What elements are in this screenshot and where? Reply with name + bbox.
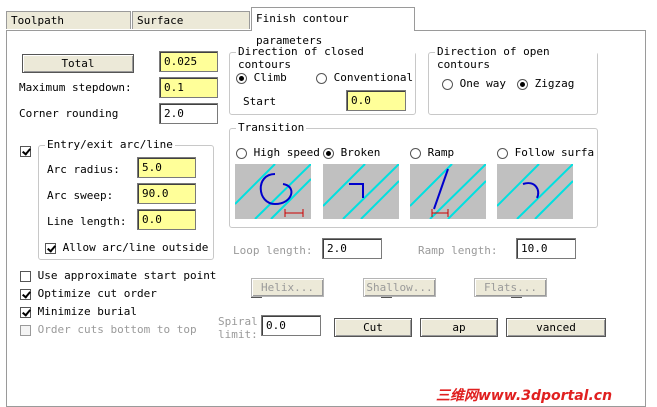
helix-button[interactable]: Helix... xyxy=(251,278,324,297)
minimize-burial-checkbox[interactable]: Minimize burial xyxy=(20,305,137,318)
open-contours-title: Direction of open contours xyxy=(435,45,597,71)
entry-exit-checkbox[interactable] xyxy=(20,145,31,157)
max-stepdown-label: Maximum stepdown: xyxy=(19,81,132,94)
use-approx-start-checkbox[interactable]: Use approximate start point xyxy=(20,269,216,282)
use-approx-start-label: Use approximate start point xyxy=(37,269,217,282)
climb-radio-icon xyxy=(236,72,247,84)
start-label: Start xyxy=(243,95,277,108)
total-tolerance-input[interactable]: 0.025 xyxy=(159,51,218,72)
entry-exit-title: Entry/exit arc/line xyxy=(45,138,175,151)
order-cuts-bottom-check-icon xyxy=(20,324,31,336)
order-cuts-bottom-label: Order cuts bottom to top xyxy=(37,323,197,336)
optimize-cut-order-label: Optimize cut order xyxy=(37,287,157,300)
zigzag-radio-icon xyxy=(517,78,528,90)
max-stepdown-input[interactable]: 0.1 xyxy=(159,77,218,98)
use-approx-start-check-icon xyxy=(20,270,31,282)
ramp-length-label: Ramp length: xyxy=(418,244,498,257)
ramp-radio[interactable]: Ramp xyxy=(410,146,454,159)
arc-radius-label: Arc radius: xyxy=(47,163,120,176)
spiral-label-line1: Spiral xyxy=(218,315,258,328)
high-speed-label: High speed xyxy=(253,146,320,159)
tab-toolpath-parameters[interactable]: Toolpath parameters xyxy=(6,11,131,45)
zigzag-radio[interactable]: Zigzag xyxy=(517,77,574,90)
gap-settings-button[interactable]: ap settings... xyxy=(420,318,498,337)
ramp-radio-icon xyxy=(410,147,421,159)
loop-length-input[interactable]: 2.0 xyxy=(322,238,382,259)
cut-depths-button[interactable]: Cut depths... xyxy=(334,318,412,337)
climb-radio[interactable]: Climb xyxy=(236,71,287,84)
one-way-label: One way xyxy=(459,77,506,90)
high-speed-diagram-icon xyxy=(235,164,311,219)
broken-radio-icon xyxy=(323,147,334,159)
allow-outside-check-icon xyxy=(45,242,56,254)
broken-label: Broken xyxy=(340,146,381,159)
follow-surface-diagram-icon xyxy=(497,164,573,219)
line-length-label: Line length: xyxy=(47,215,127,228)
order-cuts-bottom-checkbox[interactable]: Order cuts bottom to top xyxy=(20,323,197,336)
flats-button[interactable]: Flats... xyxy=(474,278,547,297)
high-speed-radio-icon xyxy=(236,147,247,159)
spiral-limit-input[interactable]: 0.0 xyxy=(261,315,321,336)
optimize-cut-order-check-icon xyxy=(20,288,31,300)
transition-title: Transition xyxy=(236,121,307,134)
tab-finish-contour-parameters[interactable]: Finish contour parameters xyxy=(251,7,415,47)
conventional-label: Conventional xyxy=(333,71,414,84)
conventional-radio-icon xyxy=(316,72,327,84)
total-tolerance-button[interactable]: Total tolerance... xyxy=(22,54,134,73)
ramp-diagram-icon xyxy=(410,164,486,219)
arc-radius-input[interactable]: 5.0 xyxy=(137,157,196,178)
minimize-burial-check-icon xyxy=(20,306,31,318)
arc-sweep-input[interactable]: 90.0 xyxy=(137,183,196,204)
watermark-text: 三维网www.3dportal.cn xyxy=(436,388,613,404)
allow-outside-checkbox[interactable]: Allow arc/line outside bo xyxy=(45,241,213,254)
conventional-radio[interactable]: Conventional xyxy=(316,71,413,84)
allow-outside-label: Allow arc/line outside bo xyxy=(62,241,213,254)
ramp-label: Ramp xyxy=(427,146,455,159)
broken-radio[interactable]: Broken xyxy=(323,146,380,159)
loop-length-label: Loop length: xyxy=(233,244,313,257)
corner-rounding-input[interactable]: 2.0 xyxy=(159,103,218,124)
follow-surface-radio[interactable]: Follow surfac xyxy=(497,146,594,159)
tab-surface-parameters[interactable]: Surface parameters xyxy=(132,11,250,45)
broken-diagram-icon xyxy=(323,164,399,219)
corner-rounding-label: Corner rounding xyxy=(19,107,119,120)
ramp-length-input[interactable]: 10.0 xyxy=(516,238,576,259)
one-way-radio-icon xyxy=(442,78,453,90)
line-length-input[interactable]: 0.0 xyxy=(137,209,196,230)
climb-label: Climb xyxy=(253,71,287,84)
high-speed-radio[interactable]: High speed xyxy=(236,146,320,159)
minimize-burial-label: Minimize burial xyxy=(37,305,137,318)
spiral-label-line2: limit: xyxy=(218,328,258,341)
one-way-radio[interactable]: One way xyxy=(442,77,506,90)
arc-sweep-label: Arc sweep: xyxy=(47,189,114,202)
follow-surface-radio-icon xyxy=(497,147,508,159)
optimize-cut-order-checkbox[interactable]: Optimize cut order xyxy=(20,287,157,300)
zigzag-label: Zigzag xyxy=(534,77,575,90)
spiral-limit-label: Spiral limit: xyxy=(218,315,258,341)
follow-surface-label: Follow surfac xyxy=(514,146,594,159)
shallow-button[interactable]: Shallow... xyxy=(363,278,436,297)
start-input[interactable]: 0.0 xyxy=(346,90,406,111)
advanced-settings-button[interactable]: vanced settings... xyxy=(506,318,606,337)
